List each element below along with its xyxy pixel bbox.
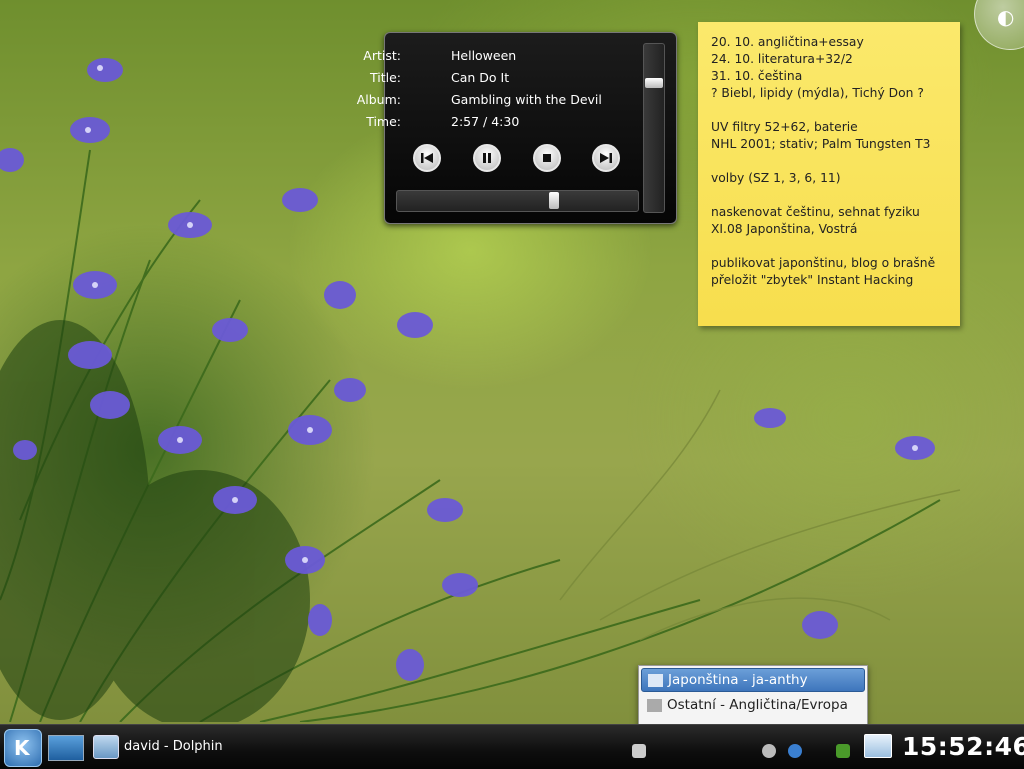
note-line: UV filtry 52+62, baterie	[711, 120, 858, 134]
input-method-label: Japonština - ja-anthy	[668, 672, 808, 688]
note-line: naskenovat češtinu, sehnat fyziku	[711, 205, 920, 219]
show-desktop-button[interactable]	[48, 735, 84, 761]
next-icon	[600, 153, 612, 163]
disk-tray-icon[interactable]	[762, 744, 776, 758]
toolbox-icon: ◐	[997, 5, 1015, 29]
input-method-item[interactable]: Ostatní - Angličtina/Evropa	[641, 694, 865, 718]
network-tray-icon[interactable]	[788, 744, 802, 758]
previous-button[interactable]	[413, 144, 441, 172]
note-line: volby (SZ 1, 3, 6, 11)	[711, 171, 841, 185]
clock[interactable]: 15:52:46	[902, 732, 1024, 761]
note-line: přeložit "zbytek" Instant Hacking	[711, 273, 914, 287]
artist-label: Artist:	[363, 48, 401, 63]
previous-icon	[421, 153, 433, 163]
artist-row: Artist: Helloween	[363, 48, 635, 66]
note-line: 20. 10. angličtina+essay	[711, 35, 864, 49]
note-line: 31. 10. čeština	[711, 69, 803, 83]
input-method-item[interactable]: Japonština - ja-anthy	[641, 668, 865, 692]
volume-slider-handle[interactable]	[645, 78, 663, 88]
seek-slider-handle[interactable]	[549, 192, 559, 209]
album-value: Gambling with the Devil	[451, 92, 602, 107]
title-value: Can Do It	[451, 70, 510, 85]
time-row: Time: 2:57 / 4:30	[366, 114, 635, 132]
volume-slider[interactable]	[643, 43, 665, 213]
time-label: Time:	[366, 114, 401, 129]
time-value: 2:57 / 4:30	[451, 114, 520, 129]
task-dolphin[interactable]: david - Dolphin	[90, 731, 270, 763]
note-line: publikovat japonštinu, blog o brašně	[711, 256, 936, 270]
media-player-widget: Artist: Helloween Title: Can Do It Album…	[357, 32, 677, 224]
keyboard-icon	[647, 699, 662, 712]
input-method-label: Ostatní - Angličtina/Evropa	[667, 697, 848, 713]
anthy-icon	[648, 674, 663, 687]
title-label: Title:	[370, 70, 401, 85]
next-button[interactable]	[592, 144, 620, 172]
task-label: david - Dolphin	[124, 739, 223, 754]
note-line: ? Biebl, lipidy (mýdla), Tichý Don ?	[711, 86, 924, 100]
album-label: Album:	[356, 92, 401, 107]
note-line: 24. 10. literatura+32/2	[711, 52, 853, 66]
dolphin-icon	[93, 735, 119, 759]
title-row: Title: Can Do It	[370, 70, 635, 88]
note-line: NHL 2001; stativ; Palm Tungsten T3	[711, 137, 931, 151]
application-launcher-button[interactable]: K	[4, 729, 42, 767]
artist-value: Helloween	[451, 48, 517, 63]
pause-icon	[483, 153, 491, 163]
monitor-tray-icon[interactable]	[864, 734, 892, 758]
stop-icon	[543, 154, 551, 162]
sticky-note[interactable]: 20. 10. angličtina+essay 24. 10. literatu…	[698, 22, 960, 326]
stop-button[interactable]	[533, 144, 561, 172]
album-row: Album: Gambling with the Devil	[357, 92, 635, 110]
kde-logo-icon: K	[14, 736, 30, 760]
printer-tray-icon[interactable]	[632, 744, 646, 758]
pause-button[interactable]	[473, 144, 501, 172]
seek-slider[interactable]	[396, 190, 639, 212]
battery-tray-icon[interactable]	[836, 744, 850, 758]
note-line: XI.08 Japonština, Vostrá	[711, 222, 858, 236]
